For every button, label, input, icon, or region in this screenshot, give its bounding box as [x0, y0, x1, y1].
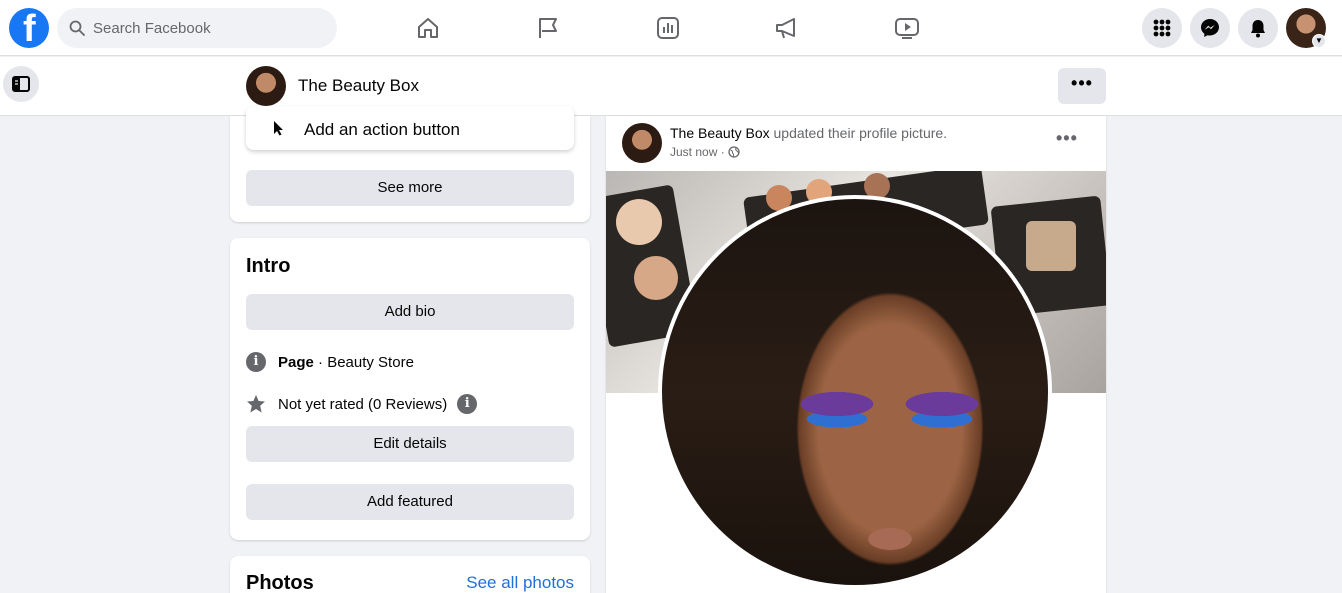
- menu-grid-button[interactable]: [1142, 8, 1182, 48]
- photos-heading: Photos: [246, 572, 314, 593]
- search-box[interactable]: [57, 8, 337, 48]
- profile-picture[interactable]: [658, 195, 1052, 589]
- globe-icon: [728, 146, 740, 158]
- flag-icon[interactable]: [534, 14, 562, 42]
- notifications-button[interactable]: [1238, 8, 1278, 48]
- home-icon[interactable]: [414, 14, 442, 42]
- page-category: · Beauty Store: [313, 353, 414, 371]
- insights-icon[interactable]: [654, 14, 682, 42]
- rating-info-icon[interactable]: i: [457, 394, 478, 414]
- sidebar-toggle-icon: [12, 76, 30, 92]
- panel-toggle-button[interactable]: [3, 66, 39, 102]
- post-more-button[interactable]: •••: [1056, 128, 1078, 149]
- messenger-button[interactable]: [1190, 8, 1230, 48]
- page-title[interactable]: The Beauty Box: [298, 76, 419, 96]
- page-category-row: i Page · Beauty Store: [246, 352, 414, 372]
- post-action-text: updated their profile picture.: [769, 125, 948, 141]
- rating-text: Not yet rated (0 Reviews): [278, 395, 448, 413]
- top-navigation-bar: f ▼: [0, 0, 1342, 56]
- star-icon: [247, 395, 265, 413]
- search-icon: [69, 20, 85, 36]
- post-time-text[interactable]: Just now ·: [670, 145, 725, 159]
- post-header-text: The Beauty Box updated their profile pic…: [670, 125, 947, 141]
- page-actions-card: Add an action button See more: [230, 106, 590, 222]
- page-type-label: Page: [278, 353, 314, 371]
- page-header-bar: The Beauty Box •••: [0, 57, 1342, 116]
- info-icon: i: [246, 352, 266, 372]
- bell-icon: [1251, 20, 1265, 38]
- intro-card: Intro Add bio i Page · Beauty Store Not …: [230, 238, 590, 540]
- add-action-button[interactable]: Add an action button: [246, 106, 574, 150]
- see-more-button[interactable]: See more: [246, 170, 574, 206]
- messenger-icon: [1201, 19, 1219, 37]
- menu-grid-icon: [1153, 19, 1171, 37]
- palette-pan: [1026, 221, 1076, 271]
- edit-details-button[interactable]: Edit details: [246, 426, 574, 462]
- intro-heading: Intro: [246, 255, 291, 277]
- post-timestamp: Just now ·: [670, 145, 740, 159]
- photos-card: Photos See all photos: [230, 556, 590, 593]
- palette-pan: [634, 256, 678, 300]
- post-author-avatar[interactable]: [622, 123, 662, 163]
- search-input[interactable]: [93, 8, 323, 48]
- add-featured-button[interactable]: Add featured: [246, 484, 574, 520]
- action-button-label: Add an action button: [304, 120, 460, 139]
- palette-pan: [616, 199, 662, 245]
- chevron-down-icon[interactable]: ▼: [1312, 34, 1326, 48]
- post-card: The Beauty Box updated their profile pic…: [606, 116, 1106, 593]
- rating-row: Not yet rated (0 Reviews) i: [246, 394, 478, 414]
- page-avatar[interactable]: [246, 66, 286, 106]
- see-all-photos-link[interactable]: See all photos: [466, 573, 574, 593]
- facebook-logo[interactable]: f: [9, 8, 49, 50]
- cursor-icon: [274, 121, 283, 136]
- post-author-name[interactable]: The Beauty Box: [670, 125, 770, 141]
- logo-letter: f: [23, 8, 36, 50]
- add-bio-button[interactable]: Add bio: [246, 294, 574, 330]
- page-more-button[interactable]: •••: [1058, 68, 1106, 104]
- megaphone-icon[interactable]: [773, 14, 801, 42]
- video-icon[interactable]: [893, 14, 921, 42]
